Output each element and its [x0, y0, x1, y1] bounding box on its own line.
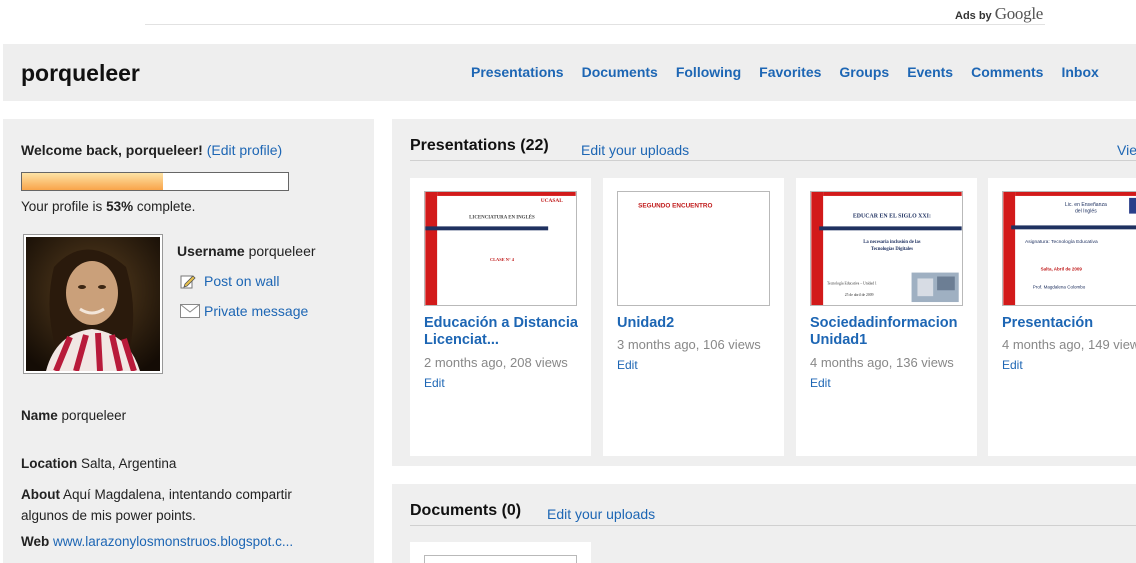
web-link[interactable]: www.larazonylosmonstruos.blogspot.c... — [53, 534, 293, 549]
slide4-line5: Prof. Magdalena Colombo — [1033, 284, 1086, 289]
presentation-title-link[interactable]: Presentación — [1002, 315, 1136, 332]
post-on-wall-link[interactable]: Post on wall — [204, 273, 279, 289]
nav-events[interactable]: Events — [907, 64, 953, 80]
post-on-wall-row[interactable]: Post on wall — [177, 266, 316, 296]
profile-progress-bar — [21, 172, 289, 191]
presentation-card[interactable]: SEGUNDO ENCUENTRO Unidad2 3 months ago, … — [603, 178, 784, 456]
slide4-line1: Lic. en Enseñanza — [1065, 202, 1107, 208]
about-line1: Aquí Magdalena, intentando compartir — [63, 487, 292, 502]
profile-complete-line: Your profile is 53% complete. — [21, 199, 195, 214]
slide1-line2: LICENCIATURA EN INGLÉS — [469, 215, 535, 221]
slide2-line1: SEGUNDO ENCUENTRO — [638, 203, 712, 210]
profile-percent: 53% — [106, 199, 134, 214]
nav-favorites[interactable]: Favorites — [759, 64, 821, 80]
presentations-divider — [410, 160, 1136, 161]
ads-divider — [145, 0, 1045, 25]
name-row: Name porqueleer — [21, 408, 126, 423]
document-thumbnail-edge — [424, 555, 577, 563]
private-message-row[interactable]: Private message — [177, 296, 316, 326]
web-label: Web — [21, 534, 50, 549]
pencil-icon — [180, 273, 204, 289]
presentation-card[interactable]: UCASAL LICENCIATURA EN INGLÉS CLASE N° 4… — [410, 178, 591, 456]
page-title: porqueleer — [21, 60, 140, 86]
slide1-line1: UCASAL — [541, 198, 564, 204]
presentation-title-link[interactable]: Educación a Distancia Licenciat... — [424, 315, 584, 349]
presentation-edit-link[interactable]: Edit — [810, 376, 831, 390]
presentation-meta: 4 months ago, 136 views — [810, 355, 954, 370]
name-value: porqueleer — [61, 408, 127, 423]
ads-prefix: Ads by — [955, 10, 992, 22]
location-row: Location Salta, Argentina — [21, 456, 176, 471]
slide-thumbnail-2: SEGUNDO ENCUENTRO — [618, 192, 769, 305]
nav-following[interactable]: Following — [676, 64, 741, 80]
presentation-edit-link[interactable]: Edit — [424, 376, 445, 390]
slide1-line3: CLASE N° 4 — [490, 257, 515, 262]
presentation-meta: 3 months ago, 106 views — [617, 337, 761, 352]
presentation-thumbnail[interactable]: UCASAL LICENCIATURA EN INGLÉS CLASE N° 4 — [424, 191, 577, 306]
presentations-panel: Presentations (22) Edit your uploads Vie… — [392, 119, 1136, 466]
ads-by-google[interactable]: Ads by Google — [955, 4, 1043, 24]
nav-documents[interactable]: Documents — [582, 64, 658, 80]
google-logo: Google — [994, 4, 1044, 23]
slide-thumbnail-4: Lic. en Enseñanza del Inglés Asignatura:… — [1003, 192, 1136, 305]
nav-presentations[interactable]: Presentations — [471, 64, 564, 80]
document-card-placeholder — [410, 542, 591, 563]
presentations-title: Presentations (22) — [410, 137, 549, 154]
nav-inbox[interactable]: Inbox — [1061, 64, 1098, 80]
presentation-title-link[interactable]: Sociedadinformacion Unidad1 — [810, 315, 970, 349]
profile-prefix: Your profile is — [21, 199, 103, 214]
welcome-text: Welcome back, porqueleer! — [21, 142, 203, 158]
presentation-thumbnail[interactable]: EDUCAR EN EL SIGLO XXI: La necesaria inc… — [810, 191, 963, 306]
location-label: Location — [21, 456, 78, 471]
documents-panel: Documents (0) Edit your uploads — [392, 484, 1136, 563]
nav-comments[interactable]: Comments — [971, 64, 1043, 80]
documents-title: Documents (0) — [410, 502, 522, 519]
slide3-line2: La necesaria inclusión de las — [863, 240, 920, 245]
about-label: About — [21, 487, 60, 502]
presentation-meta: 2 months ago, 208 views — [424, 355, 568, 370]
profile-sidebar: Welcome back, porqueleer! (Edit profile)… — [3, 119, 374, 563]
profile-progress-fill — [22, 173, 163, 190]
presentation-thumbnail[interactable]: SEGUNDO ENCUENTRO — [617, 191, 770, 306]
nav-groups[interactable]: Groups — [839, 64, 889, 80]
username-row: Username porqueleer — [177, 236, 316, 266]
presentation-title-link[interactable]: Unidad2 — [617, 315, 777, 332]
username-value: porqueleer — [248, 243, 316, 259]
name-label: Name — [21, 408, 58, 423]
presentation-card[interactable]: Lic. en Enseñanza del Inglés Asignatura:… — [988, 178, 1136, 456]
about-line2: algunos de mis power points. — [21, 508, 196, 523]
web-row: Web www.larazonylosmonstruos.blogspot.c.… — [21, 534, 293, 549]
slide4-line3: Asignatura: Tecnología Educativa — [1025, 239, 1098, 245]
documents-divider — [410, 525, 1136, 526]
username-label: Username — [177, 243, 245, 259]
welcome-line: Welcome back, porqueleer! (Edit profile) — [21, 142, 282, 158]
documents-edit-uploads-link[interactable]: Edit your uploads — [547, 506, 655, 522]
slide-thumbnail-3: EDUCAR EN EL SIGLO XXI: La necesaria inc… — [811, 192, 962, 305]
slide3-line3: Tecnologías Digitales — [871, 247, 913, 252]
slide4-line4: Salta, Abril de 2009 — [1041, 267, 1083, 272]
location-value: Salta, Argentina — [81, 456, 177, 471]
envelope-icon — [180, 304, 204, 318]
avatar-photo — [26, 237, 160, 371]
about-row: About Aquí Magdalena, intentando compart… — [21, 484, 292, 526]
main-nav: Presentations Documents Following Favori… — [471, 64, 1099, 80]
presentation-card[interactable]: EDUCAR EN EL SIGLO XXI: La necesaria inc… — [796, 178, 977, 456]
profile-suffix: complete. — [136, 199, 196, 214]
presentation-meta: 4 months ago, 149 views — [1002, 337, 1136, 352]
private-message-link[interactable]: Private message — [204, 303, 308, 319]
presentations-edit-uploads-link[interactable]: Edit your uploads — [581, 142, 689, 158]
edit-profile-link[interactable]: (Edit profile) — [207, 142, 282, 158]
avatar[interactable] — [23, 234, 163, 374]
header-bar: porqueleer Presentations Documents Follo… — [3, 44, 1136, 101]
user-actions: Username porqueleer Post on wall Private… — [177, 236, 316, 326]
presentation-edit-link[interactable]: Edit — [617, 358, 638, 372]
slide4-line2: del Inglés — [1075, 209, 1097, 215]
presentation-edit-link[interactable]: Edit — [1002, 358, 1023, 372]
slide-thumbnail-1: UCASAL LICENCIATURA EN INGLÉS CLASE N° 4 — [425, 192, 576, 305]
presentation-thumbnail[interactable]: Lic. en Enseñanza del Inglés Asignatura:… — [1002, 191, 1136, 306]
slide3-line1: EDUCAR EN EL SIGLO XXI: — [853, 214, 931, 220]
presentations-view-all-link[interactable]: Vie — [1117, 142, 1136, 158]
slide3-line4: Tecnología Educativa – Unidad 1 — [827, 281, 877, 285]
slide3-line5: 25 de abril de 2009 — [845, 293, 874, 297]
